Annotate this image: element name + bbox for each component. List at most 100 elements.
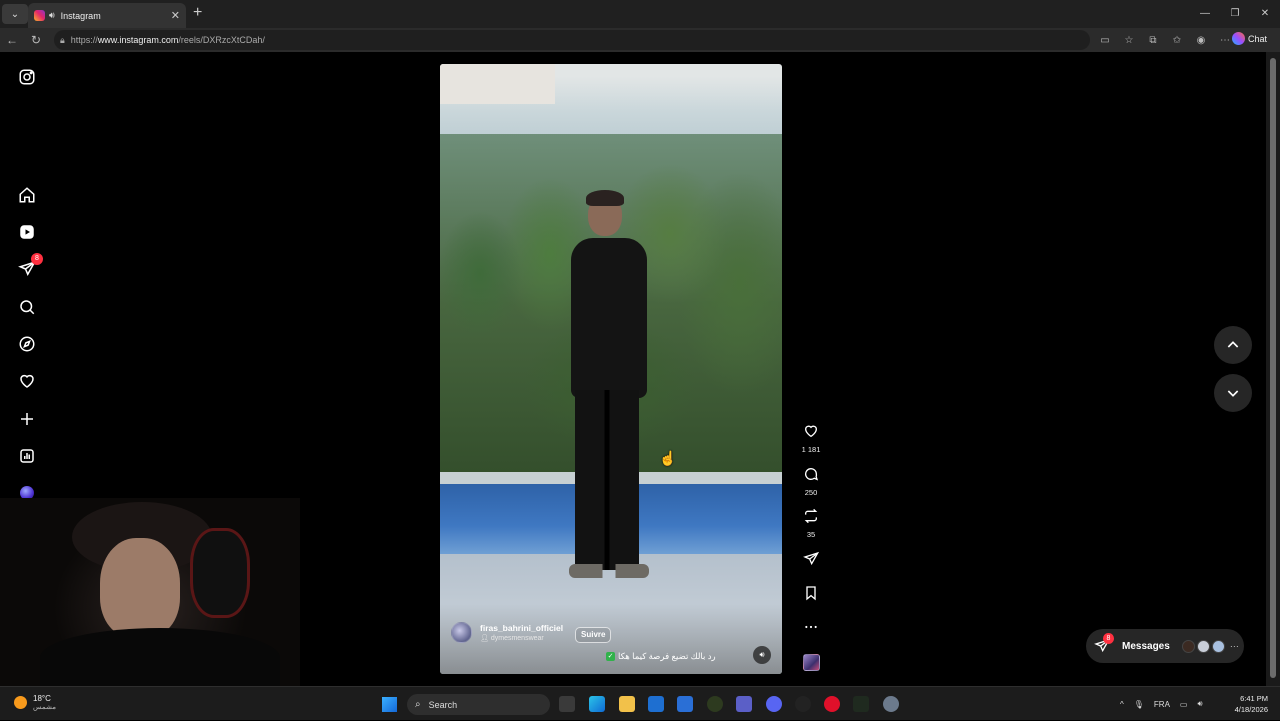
profile-avatar-icon[interactable]: ◉ xyxy=(1192,35,1210,46)
file-explorer-icon[interactable] xyxy=(619,696,635,712)
site-info-icon[interactable]: 🔒︎ xyxy=(60,35,65,46)
author-username[interactable]: firas_bahrini_officiel xyxy=(480,623,563,633)
discord-icon[interactable] xyxy=(766,696,782,712)
original-audio-button[interactable] xyxy=(798,654,824,671)
search-icon[interactable] xyxy=(17,297,37,317)
scrollbar-thumb[interactable] xyxy=(1270,58,1276,678)
speaker-icon[interactable]: 🔊︎ xyxy=(49,10,55,21)
system-tray: ^ 🎙︎ FRA ▭ 🔊︎ xyxy=(1120,687,1203,721)
page-scrollbar[interactable] xyxy=(1266,52,1280,686)
weather-condition: مشمس xyxy=(33,704,56,711)
outlook-icon[interactable] xyxy=(648,696,664,712)
share-icon xyxy=(803,551,820,566)
volume-icon[interactable]: 🔊︎ xyxy=(1197,699,1202,709)
more-options-button[interactable] xyxy=(798,619,824,640)
extensions-icon[interactable]: ⧉ xyxy=(1144,35,1162,46)
back-button[interactable]: ← xyxy=(0,33,24,47)
copilot-chat-button[interactable]: Chat xyxy=(1232,32,1267,45)
share-button[interactable] xyxy=(798,551,824,572)
microsoft-store-icon[interactable] xyxy=(677,696,693,712)
dashboard-icon[interactable] xyxy=(17,446,37,466)
instagram-logo-icon[interactable] xyxy=(17,67,37,87)
messenger-icon: 8 xyxy=(1094,633,1114,654)
repost-button[interactable]: 35 xyxy=(798,508,824,539)
clock-time: 6:41 PM xyxy=(1240,694,1268,703)
url-prefix: https:// xyxy=(70,35,98,45)
save-button[interactable] xyxy=(798,585,824,606)
instagram-favicon-icon xyxy=(34,10,45,21)
more-chats-icon: ⋯ xyxy=(1229,640,1239,651)
terminal-app-icon[interactable] xyxy=(853,696,869,712)
like-count: 1 181 xyxy=(801,445,821,454)
weather-widget[interactable]: 18°C مشمس xyxy=(14,694,56,711)
close-tab-icon[interactable]: ✕ xyxy=(171,9,180,22)
edge-browser-icon[interactable] xyxy=(589,696,605,712)
reel-video[interactable]: firas_bahrini_officiel 👤︎ dymesmenswear … xyxy=(440,64,782,674)
audio-thumbnail xyxy=(802,654,820,671)
home-icon[interactable] xyxy=(17,185,37,205)
caption-text: رد بالك تضيع فرصة كيما هكا xyxy=(618,651,716,661)
input-language[interactable]: FRA xyxy=(1154,700,1170,709)
next-reel-button[interactable] xyxy=(1214,374,1252,412)
address-bar-row: ← ↻ 🔒︎ https://www.instagram.com/reels/D… xyxy=(0,28,1280,52)
mute-toggle-button[interactable]: 🔊︎ xyxy=(753,646,771,664)
opera-icon[interactable] xyxy=(824,696,840,712)
browser-tab-bar: ⌄ 🔊︎ Instagram ✕ + — ❐ ✕ xyxy=(0,0,1280,28)
messages-button[interactable]: 8 Messages ⋯ xyxy=(1086,629,1244,663)
heart-icon xyxy=(804,425,818,438)
weather-temperature: 18°C xyxy=(33,694,51,703)
reels-icon[interactable] xyxy=(17,222,37,242)
streamer-webcam-overlay xyxy=(0,498,300,688)
chat-avatar xyxy=(1211,639,1225,653)
comment-count: 250 xyxy=(804,488,818,497)
windows-start-icon[interactable] xyxy=(382,697,397,712)
reel-caption[interactable]: رد بالك تضيع فرصة كيما هكا ✓ xyxy=(606,651,716,662)
reading-view-icon[interactable]: ▭ xyxy=(1096,35,1114,46)
create-plus-icon[interactable] xyxy=(17,409,37,429)
show-hidden-icons-chevron-icon[interactable]: ^ xyxy=(1120,700,1124,709)
instagram-page: 8 firas_bahrini_officiel 👤︎ dymesmenswea… xyxy=(0,52,1266,688)
direct-messages-icon[interactable]: 8 xyxy=(17,253,43,279)
taskbar-search-box[interactable]: ⌕ Search xyxy=(407,694,550,715)
chat-avatar xyxy=(1196,639,1210,653)
bookmark-icon xyxy=(806,586,816,601)
copilot-icon xyxy=(1232,32,1245,45)
favorite-star-icon[interactable]: ☆ xyxy=(1120,35,1138,46)
follow-button[interactable]: Suivre xyxy=(575,627,612,643)
refresh-button[interactable]: ↻ xyxy=(24,33,48,47)
app-icon[interactable] xyxy=(795,696,811,712)
task-view-icon[interactable] xyxy=(559,696,575,712)
chat-label: Chat xyxy=(1248,33,1268,44)
network-icon[interactable]: ▭ xyxy=(1180,700,1188,709)
taskbar-clock[interactable]: 6:41 PM 4/18/2026 xyxy=(1226,693,1268,715)
reel-author[interactable]: firas_bahrini_officiel 👤︎ dymesmenswear xyxy=(451,622,563,643)
messages-label: Messages xyxy=(1122,640,1170,652)
comment-icon xyxy=(805,468,819,481)
tab-title: Instagram xyxy=(60,10,101,21)
url-field[interactable]: 🔒︎ https://www.instagram.com/reels/DXRzc… xyxy=(54,30,1090,50)
notifications-heart-icon[interactable] xyxy=(17,371,37,391)
browser-tab[interactable]: 🔊︎ Instagram ✕ xyxy=(28,3,186,28)
close-window-button[interactable]: ✕ xyxy=(1250,0,1280,28)
explore-icon[interactable] xyxy=(17,334,37,354)
like-button[interactable]: 1 181 xyxy=(798,423,824,454)
settings-gear-icon[interactable] xyxy=(883,696,899,712)
restore-button[interactable]: ❐ xyxy=(1220,0,1250,28)
window-controls: — ❐ ✕ xyxy=(1190,0,1280,28)
microphone-icon[interactable]: 🎙︎ xyxy=(1134,700,1144,709)
minimize-button[interactable]: — xyxy=(1190,0,1220,28)
tab-actions-menu-button[interactable]: ⌄ xyxy=(2,4,28,24)
favorites-icon[interactable]: ✩ xyxy=(1168,35,1186,46)
url-host: www.instagram.com xyxy=(97,35,179,45)
new-tab-button[interactable]: + xyxy=(193,4,202,22)
clock-date: 4/18/2026 xyxy=(1234,705,1268,714)
teams-icon[interactable] xyxy=(736,696,752,712)
xbox-icon[interactable] xyxy=(707,696,723,712)
notification-badge: 8 xyxy=(31,253,43,265)
windows-taskbar: 18°C مشمس ⌕ Search ^ 🎙︎ FRA ▭ 🔊︎ 6:41 PM… xyxy=(0,686,1280,720)
taskbar-search-placeholder: Search xyxy=(428,699,458,710)
author-avatar[interactable] xyxy=(451,622,472,643)
collaborator-username[interactable]: 👤︎ dymesmenswear xyxy=(480,634,563,642)
previous-reel-button[interactable] xyxy=(1214,326,1252,364)
comment-button[interactable]: 250 xyxy=(798,466,824,497)
